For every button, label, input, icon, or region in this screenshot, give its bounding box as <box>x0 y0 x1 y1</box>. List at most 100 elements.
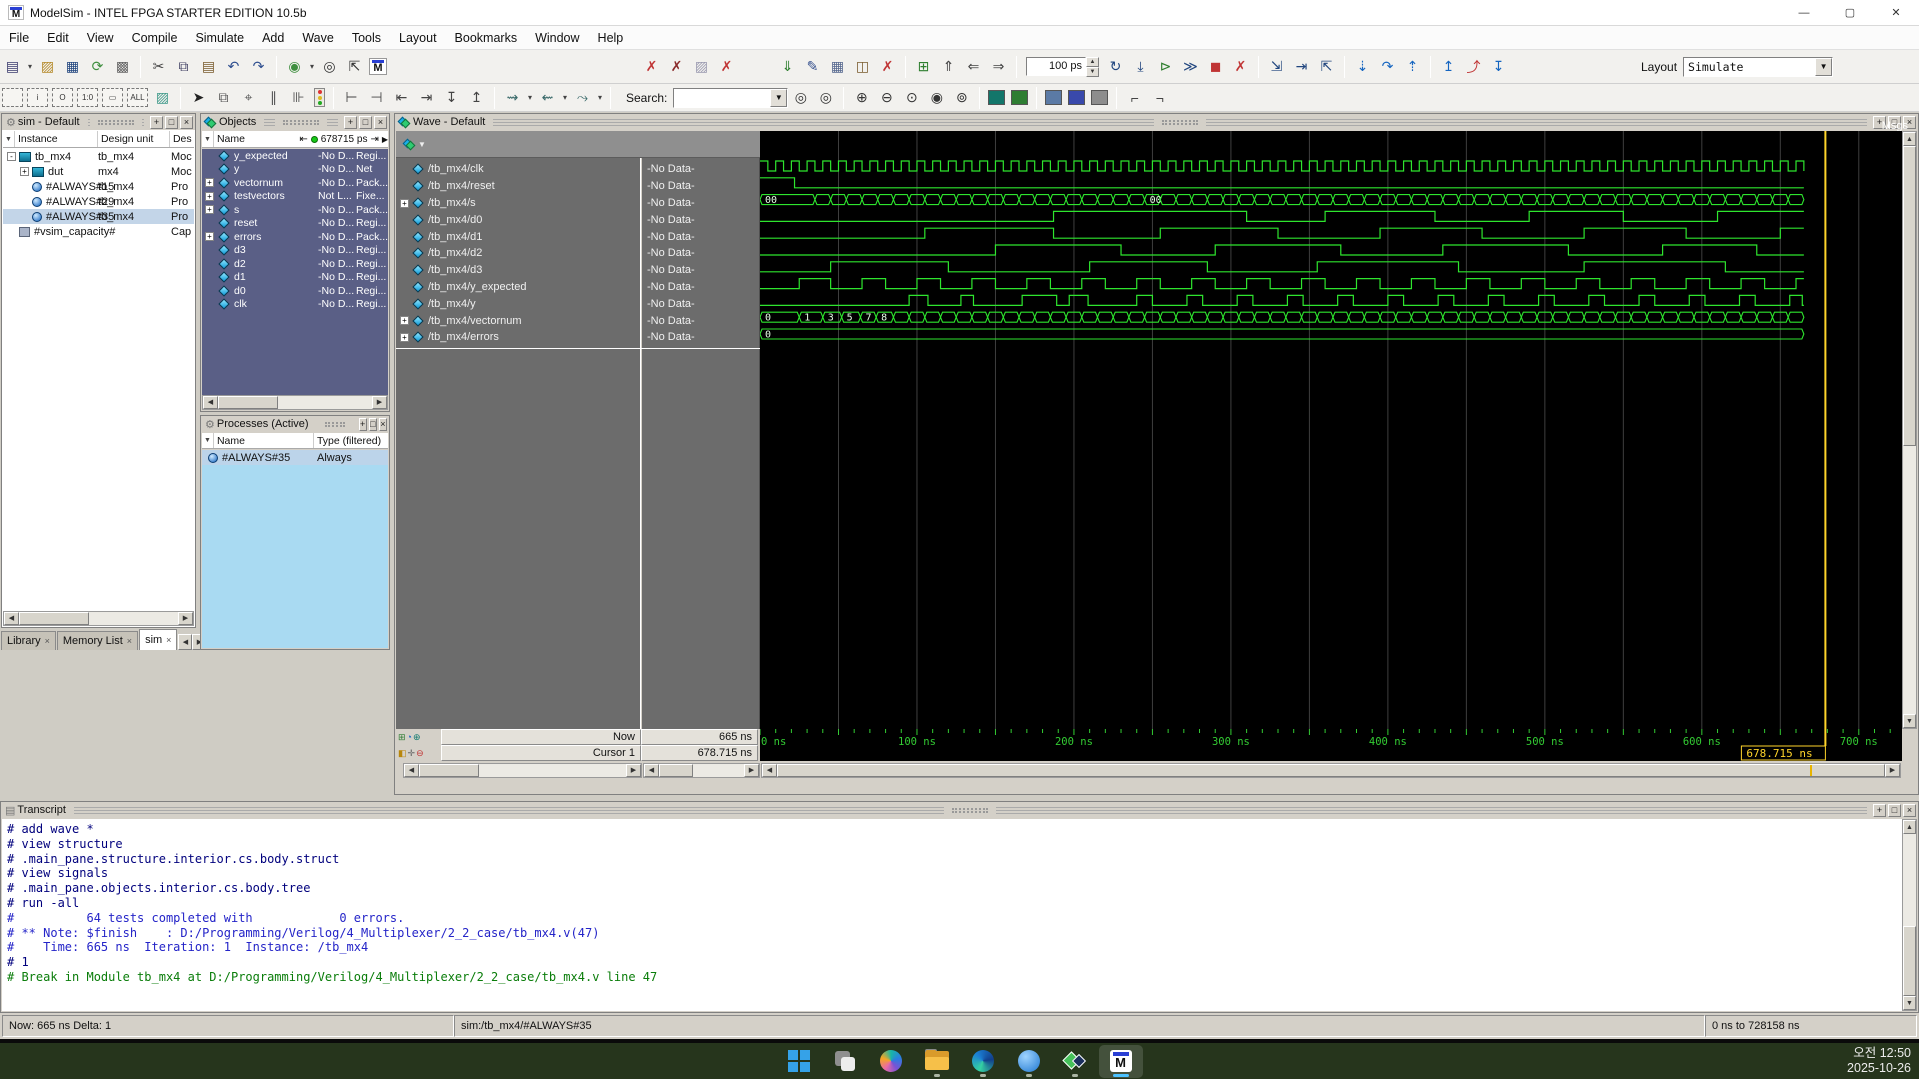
new-file-menu-arrow[interactable]: ▾ <box>25 62 35 71</box>
wave-signal-row[interactable]: /tb_mx4/reset <box>396 178 640 195</box>
pattern-fill-icon[interactable]: ▨ <box>151 87 174 109</box>
sim-column-header[interactable]: ▼ Instance Design unit Des <box>3 131 194 148</box>
column-name[interactable]: Name <box>214 433 314 448</box>
layers-icon[interactable]: ⧉ <box>212 87 235 109</box>
prev-transition-icon[interactable]: ⇣ <box>1351 56 1374 78</box>
run-length-value[interactable]: 100 ps <box>1026 57 1086 76</box>
last-edge-icon[interactable]: ⇥ <box>415 87 438 109</box>
objects-signal-row[interactable]: d3 -No D... Regi... <box>202 244 388 258</box>
tab-close-icon[interactable]: × <box>45 636 50 646</box>
wave-merge-arrow[interactable]: ▾ <box>560 93 570 102</box>
wave-signal-row[interactable]: /tb_mx4/y <box>396 295 640 312</box>
maximize-button[interactable]: ▢ <box>1827 0 1873 26</box>
virtual-event-icon[interactable]: O <box>52 88 73 107</box>
tree-expander-icon[interactable]: + <box>205 205 214 214</box>
expand-arrow-icon[interactable]: ▶ <box>382 135 388 144</box>
zoom-out-icon[interactable]: ⊖ <box>875 87 898 109</box>
transcript-close-button[interactable]: × <box>1903 803 1916 817</box>
sim-tree-row[interactable]: #vsim_capacity# Cap <box>3 224 194 239</box>
select-mode-icon[interactable]: ➤ <box>187 87 210 109</box>
column-name[interactable]: Name <box>214 131 284 147</box>
sim-add-button[interactable]: + <box>150 115 163 129</box>
objects-signal-row[interactable]: d2 -No D... Regi... <box>202 257 388 271</box>
menu-compile[interactable]: Compile <box>123 26 187 50</box>
step-out-icon[interactable]: ⇱ <box>1315 56 1338 78</box>
scroll-left-icon[interactable]: ◀ <box>4 612 19 625</box>
expand-time-icon[interactable]: ⤴ <box>1462 56 1485 78</box>
cut-signal-icon[interactable]: ✗ <box>640 56 663 78</box>
menu-bookmarks[interactable]: Bookmarks <box>446 26 527 50</box>
collapse-hierarchy-icon[interactable]: ⊞ <box>912 56 935 78</box>
list-view-icon[interactable] <box>1091 90 1109 105</box>
objects-float-button[interactable]: □ <box>359 115 373 129</box>
start-button[interactable] <box>777 1045 821 1078</box>
transcript-add-button[interactable]: + <box>1873 803 1886 817</box>
transcript-log[interactable]: # add wave * # view structure # .main_pane… <box>2 819 1902 1011</box>
tab-library[interactable]: Library × <box>1 631 56 650</box>
find-prev-icon[interactable]: ◎ <box>814 87 837 109</box>
pattern-wizard-icon[interactable]: ▦ <box>826 56 849 78</box>
run-all-icon[interactable]: ≫ <box>1179 56 1202 78</box>
up-level-icon[interactable]: ⇑ <box>937 56 960 78</box>
lock-cursor-icon[interactable]: ◧ <box>398 748 407 759</box>
open-folder-icon[interactable]: ▨ <box>36 56 59 78</box>
delete-all-icon[interactable]: ✗ <box>876 56 899 78</box>
filter-icon[interactable]: ▼ <box>202 131 214 147</box>
menu-add[interactable]: Add <box>253 26 293 50</box>
search-input[interactable]: Search: ▼ <box>616 87 789 108</box>
menu-wave[interactable]: Wave <box>293 26 343 50</box>
tree-expander-icon[interactable]: + <box>205 191 214 201</box>
waveform-area[interactable]: 00 00 0 1 3 5 7 8 0 <box>760 131 1902 729</box>
back-icon[interactable]: ⇐ <box>962 56 985 78</box>
scroll-up-icon[interactable]: ▲ <box>1903 820 1916 834</box>
dock-right-icon[interactable]: ¬ <box>1148 87 1171 109</box>
first-edge-icon[interactable]: ⇤ <box>390 87 413 109</box>
taskbar-clock[interactable]: 오전 12:50 2025-10-26 <box>1847 1046 1911 1076</box>
objects-signal-row[interactable]: y -No D... Net <box>202 163 388 177</box>
menu-simulate[interactable]: Simulate <box>186 26 253 50</box>
wave-vscrollbar[interactable]: ▲ ▼ <box>1902 131 1917 729</box>
scroll-left-icon[interactable]: ◀ <box>644 764 659 777</box>
sim-tree-row[interactable]: #ALWAYS#35 tb_mx4 Pro <box>3 209 194 224</box>
chevron-down-icon[interactable]: ▼ <box>418 140 426 149</box>
file-explorer-button[interactable] <box>915 1045 959 1078</box>
scroll-left-icon[interactable]: ◀ <box>404 764 419 777</box>
objects-signal-row[interactable]: + s -No D... Pack... <box>202 203 388 217</box>
processes-add-button[interactable]: + <box>358 417 367 431</box>
processes-panel-header[interactable]: ⚙ Processes (Active) + □ × <box>201 416 389 432</box>
modelsim-button[interactable]: M <box>1098 1044 1143 1078</box>
transcript-vscrollbar[interactable]: ▲ ▼ <box>1902 819 1917 1011</box>
objects-signal-row[interactable]: d0 -No D... Regi... <box>202 284 388 298</box>
binoculars-icon[interactable]: ◎ <box>318 56 341 78</box>
objects-close-button[interactable]: × <box>374 115 388 129</box>
tab-close-icon[interactable]: × <box>166 635 171 645</box>
next-edge-icon[interactable]: ↧ <box>1487 56 1510 78</box>
objects-hscrollbar[interactable]: ◀ ▶ <box>202 395 388 410</box>
timeline-ruler[interactable]: 0 ns 100 ns 200 ns 300 ns 400 ns 500 ns 600 ns… <box>759 729 1902 761</box>
schematic-view-icon[interactable] <box>1068 90 1086 105</box>
tab-memory-list[interactable]: Memory List × <box>56 631 139 650</box>
align-left-icon[interactable]: ⊢ <box>340 87 363 109</box>
wave-filter-arrow[interactable]: ▾ <box>595 93 605 102</box>
scroll-right-icon[interactable]: ▶ <box>372 396 387 409</box>
chevron-down-icon[interactable]: ▼ <box>1815 57 1833 76</box>
wave-merge-icon[interactable]: ⇜ <box>536 87 559 109</box>
menu-edit[interactable]: Edit <box>38 26 78 50</box>
dock-left-icon[interactable]: ⌐ <box>1123 87 1146 109</box>
transcript-panel-header[interactable]: ▤ Transcript + □ × <box>1 802 1918 818</box>
column-instance[interactable]: Instance <box>15 131 98 147</box>
redo-icon[interactable]: ↷ <box>247 56 270 78</box>
find-menu-arrow[interactable]: ▾ <box>307 62 317 71</box>
tab-sim[interactable]: sim × <box>139 629 178 650</box>
move-down-icon[interactable]: ↧ <box>440 87 463 109</box>
sim-close-button[interactable]: × <box>180 115 193 129</box>
zoom-cursor-icon[interactable]: ⊚ <box>950 87 973 109</box>
zoom-range-icon[interactable]: ◉ <box>925 87 948 109</box>
scroll-up-icon[interactable]: ▲ <box>1903 132 1916 146</box>
sim-tree-row[interactable]: - tb_mx4 tb_mx4 Moc <box>3 149 194 164</box>
scroll-down-icon[interactable]: ▼ <box>1903 714 1916 728</box>
next-transition-icon[interactable]: ⇡ <box>1401 56 1424 78</box>
sim-tree-row[interactable]: + dut mx4 Moc <box>3 164 194 179</box>
virtual-region-icon[interactable] <box>2 88 23 107</box>
continue-run-icon[interactable]: ⊳ <box>1154 56 1177 78</box>
